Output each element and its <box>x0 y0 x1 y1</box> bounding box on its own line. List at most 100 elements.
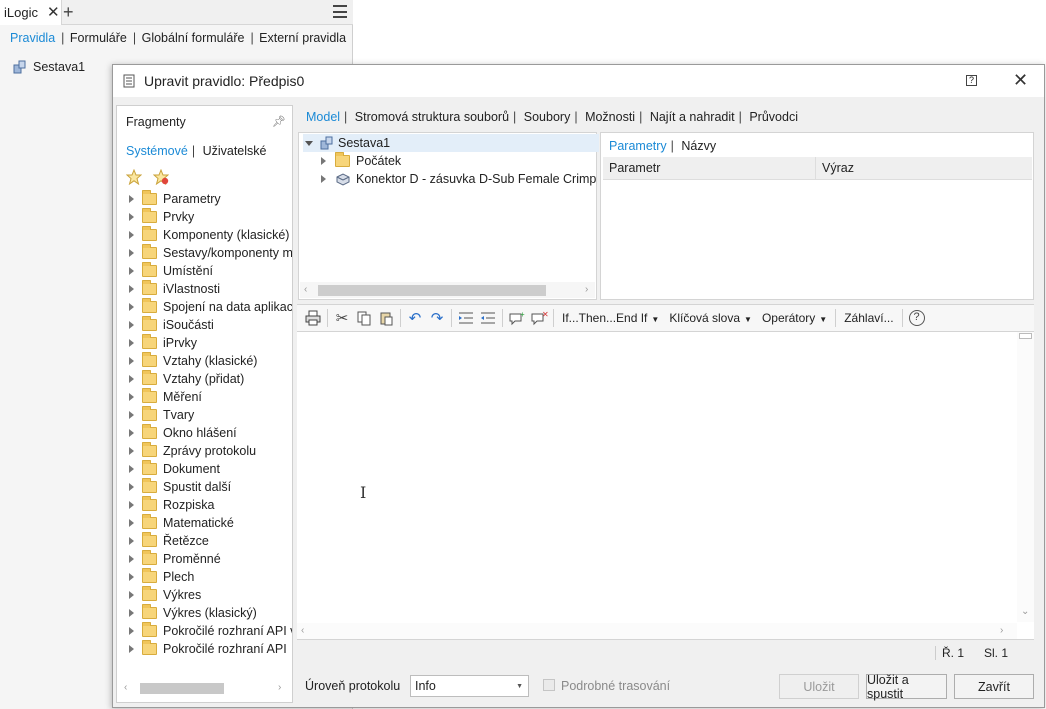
fragment-item[interactable]: Spustit další <box>117 478 292 496</box>
pin-icon[interactable]: 📌︎ <box>272 115 286 128</box>
expand-arrow-icon[interactable] <box>129 501 134 509</box>
scroll-right-icon[interactable]: › <box>585 284 588 295</box>
editor-vscrollbar[interactable]: ⌄ <box>1017 332 1034 622</box>
fragment-item[interactable]: Řetězce <box>117 532 292 550</box>
tab-file-tree[interactable]: Stromová struktura souborů <box>355 110 509 124</box>
scroll-down-icon[interactable]: ⌄ <box>1021 606 1029 617</box>
close-icon[interactable]: ✕ <box>47 5 60 20</box>
expand-arrow-icon[interactable] <box>129 555 134 563</box>
tab-files[interactable]: Soubory <box>524 110 571 124</box>
column-header-expression[interactable]: Výraz <box>816 161 854 175</box>
expand-arrow-icon[interactable] <box>129 267 134 275</box>
expand-arrow-icon[interactable] <box>129 195 134 203</box>
fragment-item[interactable]: Pokročilé rozhraní API <box>117 640 292 658</box>
expand-arrow-icon[interactable] <box>129 321 134 329</box>
tab-options[interactable]: Možnosti <box>585 110 635 124</box>
paste-icon[interactable] <box>375 307 397 329</box>
log-level-select[interactable]: Info ▼ <box>410 675 529 697</box>
fragment-item[interactable]: Proměnné <box>117 550 292 568</box>
expand-arrow-icon[interactable] <box>129 519 134 527</box>
expand-arrow-icon[interactable] <box>129 357 134 365</box>
tree-hscrollbar[interactable]: ‹ › <box>300 282 595 298</box>
fragment-item[interactable]: Sestavy/komponenty m <box>117 244 292 262</box>
print-icon[interactable] <box>302 307 324 329</box>
keywords-dropdown[interactable]: Klíčová slova ▼ <box>669 311 752 325</box>
expand-arrow-icon[interactable] <box>129 573 134 581</box>
copy-icon[interactable] <box>353 307 375 329</box>
scroll-left-icon[interactable]: ‹ <box>304 284 307 295</box>
operators-dropdown[interactable]: Operátory ▼ <box>762 311 827 325</box>
ilogic-tree-root[interactable]: Sestava1 <box>13 60 85 74</box>
code-editor[interactable]: ⌄ ‹ › I <box>297 332 1034 640</box>
expand-arrow-icon[interactable] <box>129 213 134 221</box>
editor-hscrollbar[interactable]: ‹ › <box>297 623 1017 639</box>
remove-comment-icon[interactable]: ✕ <box>528 307 550 329</box>
fragment-item[interactable]: Okno hlášení <box>117 424 292 442</box>
expand-arrow-icon[interactable] <box>129 429 134 437</box>
tab-names[interactable]: Názvy <box>681 139 716 153</box>
detailed-trace-checkbox[interactable] <box>543 679 555 691</box>
fragment-item[interactable]: iVlastnosti <box>117 280 292 298</box>
expand-arrow-icon[interactable] <box>129 465 134 473</box>
fragments-hscrollbar[interactable]: ‹ › <box>118 680 291 696</box>
column-header-parameter[interactable]: Parametr <box>603 157 816 179</box>
add-tab-icon[interactable]: + <box>63 2 74 23</box>
fragment-item[interactable]: Měření <box>117 388 292 406</box>
help-icon[interactable]: ? <box>906 307 928 329</box>
fragment-item[interactable]: Dokument <box>117 460 292 478</box>
expand-arrow-icon[interactable] <box>129 447 134 455</box>
fragment-item[interactable]: Vztahy (klasické) <box>117 352 292 370</box>
fragment-item[interactable]: Umístění <box>117 262 292 280</box>
scroll-left-icon[interactable]: ‹ <box>301 625 304 636</box>
star-icon[interactable] <box>126 169 142 185</box>
fragment-item[interactable]: Výkres (klasický) <box>117 604 292 622</box>
expand-arrow-icon[interactable] <box>129 627 134 635</box>
dialog-titlebar[interactable]: Upravit pravidlo: Předpis0 ? ✕ <box>113 65 1044 97</box>
fragment-item[interactable]: Matematické <box>117 514 292 532</box>
scroll-left-icon[interactable]: ‹ <box>124 682 127 693</box>
save-button[interactable]: Uložit <box>779 674 859 699</box>
tree-item-connector[interactable]: Konektor D - zásuvka D-Sub Female Crimp … <box>321 170 607 188</box>
fragment-item[interactable]: Plech <box>117 568 292 586</box>
expand-arrow-icon[interactable] <box>321 175 326 183</box>
scroll-right-icon[interactable]: › <box>278 682 281 693</box>
tab-wizards[interactable]: Průvodci <box>749 110 798 124</box>
fragment-item[interactable]: Parametry <box>117 190 292 208</box>
expand-arrow-icon[interactable] <box>129 609 134 617</box>
expand-arrow-icon[interactable] <box>129 285 134 293</box>
add-comment-icon[interactable]: + <box>506 307 528 329</box>
fragment-item[interactable]: Pokročilé rozhraní API v <box>117 622 292 640</box>
help-icon[interactable]: ? <box>966 75 977 86</box>
tab-parameters[interactable]: Parametry <box>609 139 667 153</box>
tab-model[interactable]: Model <box>306 110 340 124</box>
scroll-thumb[interactable] <box>318 285 546 296</box>
ilogic-tab[interactable]: iLogic ✕ <box>0 0 62 25</box>
fragment-item[interactable]: Komponenty (klasické) <box>117 226 292 244</box>
fragment-item[interactable]: Rozpiska <box>117 496 292 514</box>
fragment-item[interactable]: iPrvky <box>117 334 292 352</box>
tab-globalni-formulare[interactable]: Globální formuláře <box>142 31 245 45</box>
scroll-thumb[interactable] <box>140 683 224 694</box>
tree-root-row[interactable]: Sestava1 <box>303 134 599 152</box>
fragment-item[interactable]: Vztahy (přidat) <box>117 370 292 388</box>
hamburger-menu-icon[interactable] <box>333 5 347 18</box>
if-then-dropdown[interactable]: If...Then...End If ▼ <box>562 311 659 325</box>
expand-arrow-icon[interactable] <box>129 303 134 311</box>
tree-item-origin[interactable]: Počátek <box>321 152 401 170</box>
fragment-item[interactable]: Spojení na data aplikace <box>117 298 292 316</box>
outdent-icon[interactable] <box>477 307 499 329</box>
expand-arrow-icon[interactable] <box>129 483 134 491</box>
expand-arrow-icon[interactable] <box>129 645 134 653</box>
expand-arrow-icon[interactable] <box>129 393 134 401</box>
expand-arrow-icon[interactable] <box>129 591 134 599</box>
scroll-up-icon[interactable] <box>1019 333 1032 339</box>
undo-icon[interactable]: ↶ <box>404 307 426 329</box>
header-button[interactable]: Záhlaví... <box>844 311 893 325</box>
fragment-item[interactable]: Prvky <box>117 208 292 226</box>
tab-formulare[interactable]: Formuláře <box>70 31 127 45</box>
tab-systemove[interactable]: Systémové <box>126 144 188 158</box>
fragment-item[interactable]: Zprávy protokolu <box>117 442 292 460</box>
close-button[interactable]: Zavřít <box>954 674 1034 699</box>
redo-icon[interactable]: ↷ <box>426 307 448 329</box>
star-add-icon[interactable] <box>153 169 169 185</box>
